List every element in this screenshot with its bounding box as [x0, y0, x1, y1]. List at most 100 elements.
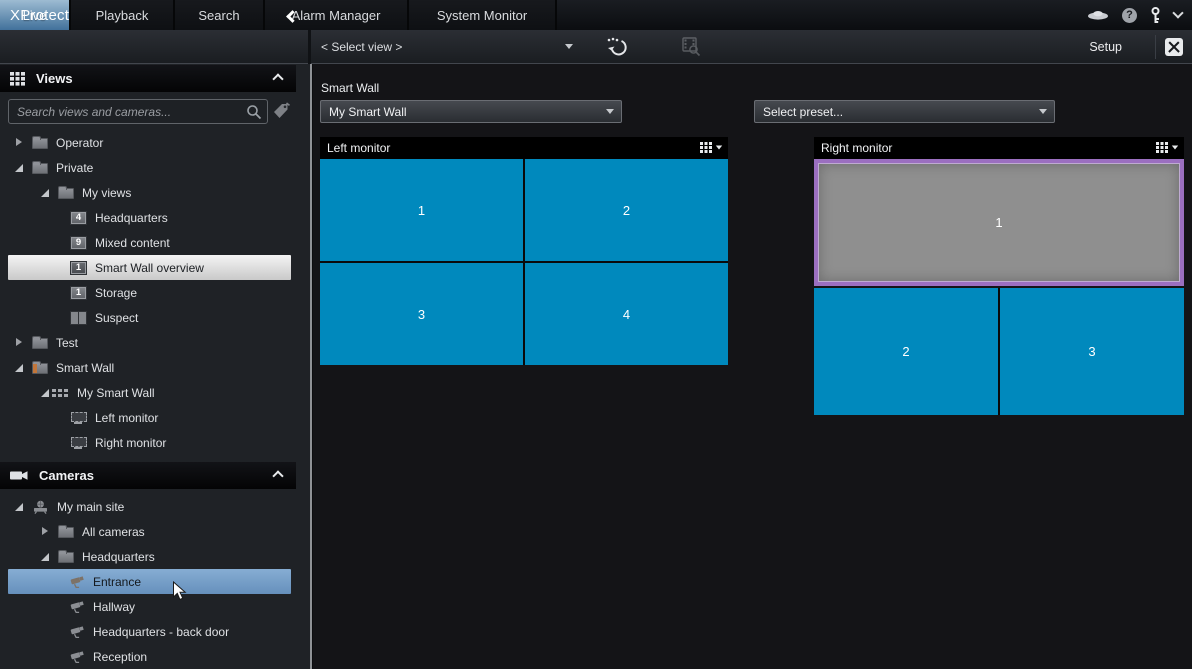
help-icon[interactable]: ?	[1122, 8, 1137, 23]
tree-item-label: Hallway	[93, 600, 135, 614]
folder-icon	[58, 527, 74, 538]
tree-item-label: Headquarters	[95, 211, 168, 225]
tree-item-label: Headquarters - back door	[93, 625, 229, 639]
fullscreen-toggle-icon[interactable]	[1165, 38, 1183, 56]
setup-button[interactable]: Setup	[1089, 40, 1122, 54]
wall-tile[interactable]: 2	[525, 159, 728, 261]
expand-arrow-icon[interactable]	[14, 338, 24, 348]
film-search-icon	[680, 36, 702, 58]
magnifier-icon[interactable]	[246, 104, 262, 120]
smart-wall-selector[interactable]: My Smart Wall	[320, 100, 622, 123]
folder-icon	[32, 363, 48, 374]
tree-item-label: Operator	[56, 136, 103, 150]
wall-tile[interactable]: 3	[1000, 288, 1184, 415]
tab-label: Alarm Manager	[292, 8, 381, 23]
monitor-name: Right monitor	[821, 141, 892, 155]
wall-tile[interactable]: 3	[320, 263, 523, 365]
right-monitor-panel: Right monitor 1 2 3	[814, 137, 1184, 415]
camera-icon	[70, 651, 85, 664]
right-monitor-header: Right monitor	[814, 137, 1184, 159]
folder-icon	[58, 188, 74, 199]
tree-item-label: Suspect	[95, 311, 138, 325]
tree-item-camera-reception[interactable]: Reception	[8, 644, 291, 669]
chevron-down-icon[interactable]	[1172, 7, 1183, 18]
search-input[interactable]	[8, 99, 268, 124]
dropdown-caret-icon	[1039, 109, 1047, 114]
tree-item-all-cameras[interactable]: All cameras	[8, 519, 291, 544]
main-tab-bar: Live Playback Search Alarm Manager Syste…	[0, 0, 1192, 30]
collapse-arrow-icon[interactable]	[14, 502, 24, 512]
right-monitor-tile-grid: 2 3	[814, 288, 1184, 415]
view-count-badge: 9	[70, 236, 87, 250]
tree-item-label: Test	[56, 336, 78, 350]
tree-item-camera-hallway[interactable]: Hallway	[8, 594, 291, 619]
views-panel-header[interactable]: Views	[0, 65, 296, 92]
tree-item-headquarters-view[interactable]: 4 Headquarters	[8, 205, 291, 230]
tree-item-label: Left monitor	[95, 411, 158, 425]
toolbar	[0, 30, 1192, 64]
tree-item-smart-wall-overview[interactable]: 1 Smart Wall overview	[8, 255, 291, 280]
split-view-icon	[70, 311, 87, 325]
toolbar-separator	[308, 30, 311, 64]
tree-item-test[interactable]: Test	[8, 330, 291, 355]
collapse-arrow-icon[interactable]	[40, 188, 50, 198]
tree-item-operator[interactable]: Operator	[8, 130, 291, 155]
tree-item-label: Reception	[93, 650, 147, 664]
cameras-panel-title: Cameras	[39, 468, 94, 483]
camera-icon	[70, 626, 85, 639]
tree-item-label: Right monitor	[95, 436, 166, 450]
expand-arrow-icon[interactable]	[40, 527, 50, 537]
cameras-panel-header[interactable]: Cameras	[0, 462, 296, 489]
folder-icon	[32, 163, 48, 174]
layout-grid-caret-icon[interactable]	[1156, 142, 1179, 153]
tree-item-camera-hq-back-door[interactable]: Headquarters - back door	[8, 619, 291, 644]
wall-tile[interactable]: 1	[320, 159, 523, 261]
tree-item-right-monitor[interactable]: Right monitor	[8, 430, 291, 455]
layout-grid-caret-icon[interactable]	[700, 142, 723, 153]
collapse-arrow-icon[interactable]	[40, 552, 50, 562]
preset-selector-value: Select preset...	[763, 105, 843, 119]
collapse-arrow-icon[interactable]	[14, 163, 24, 173]
tag-icon[interactable]	[272, 102, 291, 119]
tree-item-suspect[interactable]: Suspect	[8, 305, 291, 330]
monitor-icon	[70, 411, 87, 424]
folder-icon	[58, 552, 74, 563]
mouse-cursor	[172, 581, 187, 601]
tree-item-my-smart-wall[interactable]: My Smart Wall	[8, 380, 291, 405]
tree-item-private[interactable]: Private	[8, 155, 291, 180]
tree-item-label: My Smart Wall	[77, 386, 155, 400]
tree-item-smart-wall-folder[interactable]: Smart Wall	[8, 355, 291, 380]
folder-icon	[32, 338, 48, 349]
wall-tile[interactable]: 2	[814, 288, 998, 415]
smart-wall-selector-value: My Smart Wall	[329, 105, 407, 119]
left-monitor-tile-grid: 1 2 3 4	[320, 159, 728, 365]
collapse-arrow-icon[interactable]	[40, 388, 50, 398]
tree-item-my-views[interactable]: My views	[8, 180, 291, 205]
tree-item-my-main-site[interactable]: My main site	[8, 494, 291, 519]
tree-item-headquarters-folder[interactable]: Headquarters	[8, 544, 291, 569]
tab-system-monitor[interactable]: System Monitor	[409, 0, 557, 30]
tree-item-mixed-content[interactable]: 9 Mixed content	[8, 230, 291, 255]
view-selector-dropdown[interactable]: < Select view >	[313, 30, 581, 63]
collapse-panel-icon[interactable]	[272, 470, 283, 481]
key-icon[interactable]	[1150, 7, 1161, 24]
tab-search[interactable]: Search	[175, 0, 265, 30]
tree-item-left-monitor[interactable]: Left monitor	[8, 405, 291, 430]
wall-tile-selected[interactable]: 1	[814, 159, 1184, 286]
video-camera-icon	[10, 469, 29, 482]
preset-selector[interactable]: Select preset...	[754, 100, 1055, 123]
camera-icon	[70, 601, 85, 614]
dropdown-caret-icon	[606, 109, 614, 114]
cloud-icon[interactable]	[1087, 9, 1109, 21]
tree-item-label: Mixed content	[95, 236, 170, 250]
wall-tile[interactable]: 4	[525, 263, 728, 365]
collapse-arrow-icon[interactable]	[14, 363, 24, 373]
tree-item-label: Private	[56, 161, 93, 175]
tab-label: Search	[198, 8, 239, 23]
tree-item-storage[interactable]: 1 Storage	[8, 280, 291, 305]
collapse-panel-icon[interactable]	[272, 73, 283, 84]
tree-item-camera-entrance[interactable]: Entrance	[8, 569, 291, 594]
tab-playback[interactable]: Playback	[71, 0, 175, 30]
refresh-view-icon[interactable]	[605, 36, 629, 58]
expand-arrow-icon[interactable]	[14, 138, 24, 148]
